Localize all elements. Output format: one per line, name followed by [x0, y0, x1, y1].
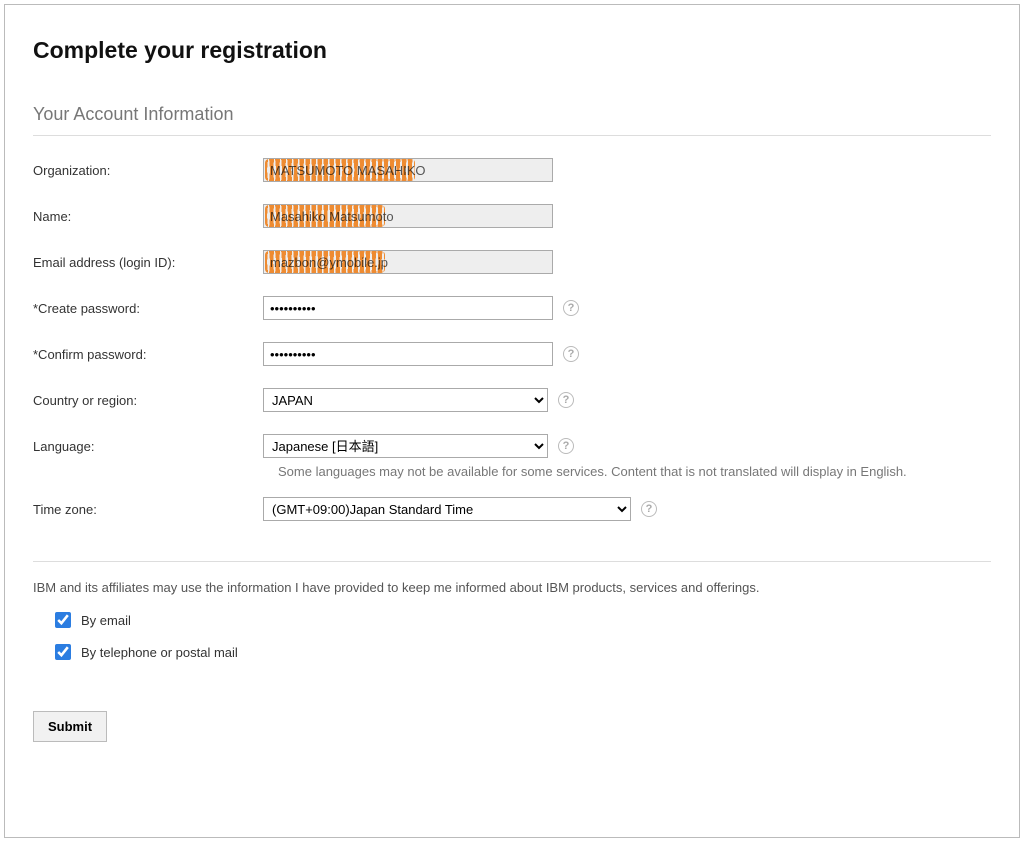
- consent-email-label: By email: [81, 613, 131, 628]
- consent-phone-mail-row[interactable]: By telephone or postal mail: [51, 641, 991, 663]
- consent-email-row[interactable]: By email: [51, 609, 991, 631]
- create-password-field[interactable]: [263, 296, 553, 320]
- row-email: Email address (login ID):: [33, 250, 991, 274]
- row-name: Name:: [33, 204, 991, 228]
- registration-frame: Complete your registration Your Account …: [4, 4, 1020, 838]
- label-email: Email address (login ID):: [33, 255, 263, 270]
- label-timezone: Time zone:: [33, 502, 263, 517]
- timezone-select[interactable]: (GMT+09:00)Japan Standard Time: [263, 497, 631, 521]
- account-info-heading: Your Account Information: [33, 104, 991, 136]
- help-icon[interactable]: ?: [563, 300, 579, 316]
- label-organization: Organization:: [33, 163, 263, 178]
- help-icon[interactable]: ?: [558, 392, 574, 408]
- language-select[interactable]: Japanese [日本語]: [263, 434, 548, 458]
- row-create-password: *Create password: ?: [33, 296, 991, 320]
- label-create-password: *Create password:: [33, 301, 263, 316]
- row-confirm-password: *Confirm password: ?: [33, 342, 991, 366]
- submit-button[interactable]: Submit: [33, 711, 107, 742]
- label-name: Name:: [33, 209, 263, 224]
- consent-phone-mail-checkbox[interactable]: [55, 644, 71, 660]
- label-language: Language:: [33, 439, 263, 454]
- consent-phone-mail-label: By telephone or postal mail: [81, 645, 238, 660]
- confirm-password-field[interactable]: [263, 342, 553, 366]
- name-field: [263, 204, 553, 228]
- language-availability-note: Some languages may not be available for …: [278, 464, 991, 479]
- row-timezone: Time zone: (GMT+09:00)Japan Standard Tim…: [33, 497, 991, 521]
- email-field: [263, 250, 553, 274]
- help-icon[interactable]: ?: [563, 346, 579, 362]
- country-select[interactable]: JAPAN: [263, 388, 548, 412]
- row-language: Language: Japanese [日本語] ?: [33, 434, 991, 458]
- row-country: Country or region: JAPAN ?: [33, 388, 991, 412]
- help-icon[interactable]: ?: [558, 438, 574, 454]
- consent-email-checkbox[interactable]: [55, 612, 71, 628]
- row-organization: Organization:: [33, 158, 991, 182]
- organization-field: [263, 158, 553, 182]
- section-divider: [33, 561, 991, 562]
- label-confirm-password: *Confirm password:: [33, 347, 263, 362]
- consent-intro: IBM and its affiliates may use the infor…: [33, 580, 991, 595]
- page-title: Complete your registration: [33, 37, 991, 64]
- help-icon[interactable]: ?: [641, 501, 657, 517]
- label-country: Country or region:: [33, 393, 263, 408]
